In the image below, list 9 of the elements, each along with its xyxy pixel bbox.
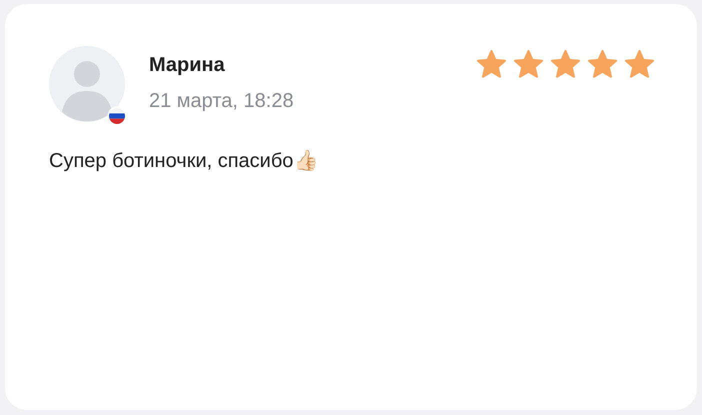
review-text: Супер ботиночки, спасибо👍🏻 [49, 149, 318, 173]
star-icon [550, 49, 581, 80]
review-date: 21 марта, 18:28 [149, 90, 294, 113]
star-icon [476, 49, 507, 80]
star-icon [587, 49, 618, 80]
star-icon [513, 49, 544, 80]
author-name: Марина [149, 54, 226, 77]
flag-icon [107, 106, 127, 126]
star-icon [624, 49, 655, 80]
